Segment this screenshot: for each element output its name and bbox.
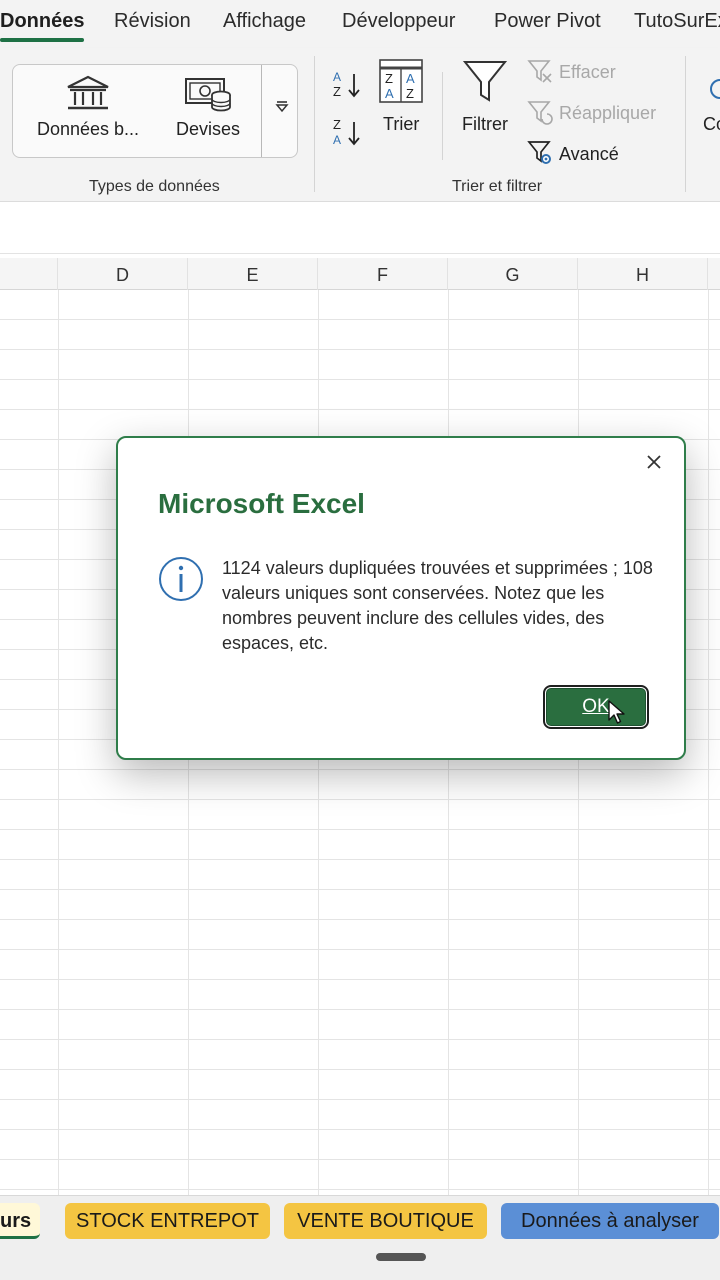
ribbon-tabs: Données Révision Affichage Développeur P… — [0, 0, 720, 48]
sort-dialog-icon: Z A A Z — [379, 59, 423, 103]
active-tab-indicator — [0, 38, 84, 42]
svg-text:Z: Z — [333, 117, 341, 132]
sheet-tab-vente-boutique[interactable]: VENTE BOUTIQUE — [284, 1203, 487, 1239]
gallery-more-icon[interactable] — [275, 99, 289, 113]
sheet-tab-bar: eurs STOCK ENTREPOT VENTE BOUTIQUE Donné… — [0, 1195, 720, 1245]
sheet-tab-stock-entrepot[interactable]: STOCK ENTREPOT — [65, 1203, 270, 1239]
dialog-message: 1124 valeurs dupliquées trouvées et supp… — [222, 558, 653, 653]
sort-filter-group-label: Trier et filtrer — [452, 178, 543, 195]
group-divider — [314, 56, 315, 192]
sort-a-to-z-icon[interactable]: A Z — [330, 68, 364, 102]
ribbon: Données b... Devises Types de données A … — [0, 48, 720, 202]
data-types-group-label: Types de données — [89, 178, 220, 195]
sort-label: Trier — [383, 114, 420, 134]
column-header-h[interactable]: H — [578, 258, 708, 290]
reapply-filter-icon — [527, 101, 553, 125]
close-icon[interactable] — [642, 450, 666, 474]
tab-revision[interactable]: Révision — [114, 10, 191, 33]
clear-label: Effacer — [559, 62, 616, 82]
next-group-partial-label[interactable]: Co — [703, 114, 720, 135]
filter-label: Filtrer — [462, 114, 508, 134]
bank-icon — [67, 75, 109, 110]
svg-text:A: A — [385, 86, 394, 101]
svg-text:A: A — [333, 133, 341, 147]
ok-button[interactable]: OK — [543, 685, 649, 729]
sort-z-to-a-icon[interactable]: Z A — [330, 116, 364, 150]
advanced-filter-icon — [527, 141, 551, 164]
svg-text:Z: Z — [385, 71, 393, 86]
tab-tutosurexcel[interactable]: TutoSurEx — [634, 10, 720, 33]
tab-affichage[interactable]: Affichage — [223, 10, 306, 33]
svg-text:Z: Z — [333, 84, 341, 99]
gallery-divider — [261, 65, 262, 157]
column-header-f[interactable]: F — [318, 258, 448, 290]
svg-text:A: A — [406, 71, 415, 86]
stocks-data-type-button[interactable]: Données b... — [23, 75, 153, 140]
tab-donnees[interactable]: Données — [0, 10, 84, 33]
reapply-label: Réappliquer — [559, 103, 657, 123]
column-header-e[interactable]: E — [188, 258, 318, 290]
home-indicator[interactable] — [376, 1253, 426, 1261]
sheet-tab-donnees-a-analyser[interactable]: Données à analyser — [501, 1203, 719, 1239]
data-type-label: Données b... — [36, 119, 140, 139]
system-bar — [0, 1245, 720, 1280]
group-divider — [685, 56, 686, 192]
currency-icon — [185, 78, 231, 112]
clear-filter-icon — [527, 60, 552, 83]
tab-developpeur[interactable]: Développeur — [342, 10, 455, 33]
svg-text:Z: Z — [406, 86, 414, 101]
dialog-title: Microsoft Excel — [158, 488, 365, 519]
funnel-icon — [462, 61, 508, 102]
advanced-label: Avancé — [559, 144, 619, 164]
message-dialog: Microsoft Excel 1124 valeurs dupliquées … — [116, 436, 686, 760]
sheet-tab-active[interactable]: eurs — [0, 1203, 40, 1239]
column-header-g[interactable]: G — [448, 258, 578, 290]
partial-icon — [710, 79, 720, 99]
inner-divider — [442, 72, 443, 160]
data-type-label: Devises — [175, 119, 241, 139]
formula-bar[interactable] — [0, 202, 720, 254]
column-header-partial[interactable] — [0, 258, 58, 290]
data-types-gallery: Données b... Devises — [12, 64, 298, 158]
info-icon — [159, 557, 203, 601]
tab-power-pivot[interactable]: Power Pivot — [494, 10, 601, 33]
currencies-data-type-button[interactable]: Devises — [153, 75, 263, 140]
column-headers: D E F G H — [0, 258, 720, 290]
svg-text:A: A — [333, 70, 341, 84]
column-header-d[interactable]: D — [58, 258, 188, 290]
